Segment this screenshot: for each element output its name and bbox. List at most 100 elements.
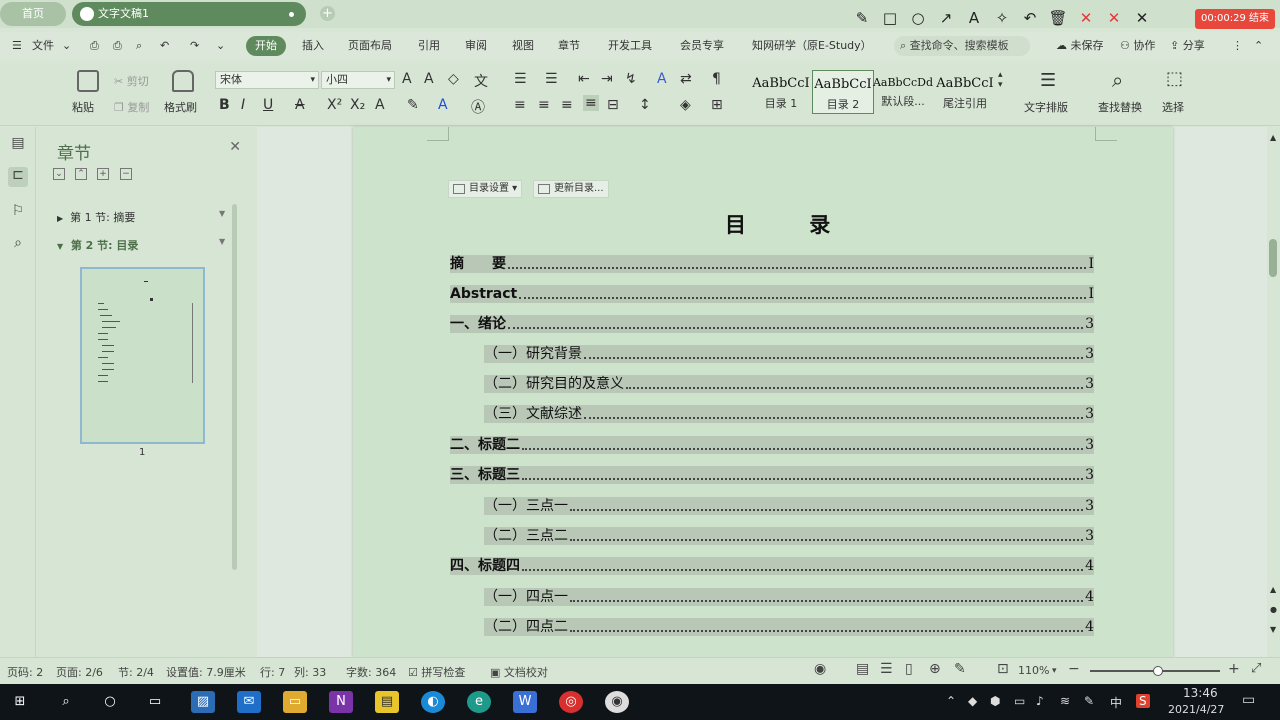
web-view-icon[interactable]: ⊕	[929, 661, 941, 677]
search-icon[interactable]: ⌕	[54, 691, 78, 713]
subscript-icon[interactable]: X₂	[350, 97, 365, 113]
redo-icon[interactable]: ↷	[190, 32, 199, 60]
remove-section-icon[interactable]: −	[120, 168, 132, 180]
add-section-icon[interactable]: +	[97, 168, 109, 180]
volume-icon[interactable]: ♪	[1036, 694, 1044, 708]
text-effect-icon[interactable]: A	[375, 97, 385, 113]
zoom-level[interactable]: 110%	[1018, 664, 1049, 677]
text-layout-icon[interactable]: ☰	[1040, 70, 1056, 91]
speaker-muted-icon[interactable]: ✕	[1072, 9, 1100, 27]
tray-app-icon[interactable]: ◆	[968, 694, 977, 708]
file-explorer-icon[interactable]: ▭	[283, 691, 307, 713]
toc-entry[interactable]: （二）研究目的及意义 3	[484, 375, 1094, 393]
find-replace-button[interactable]: 查找替换	[1098, 99, 1142, 115]
prev-page-icon[interactable]: ▲	[1270, 585, 1276, 594]
next-page-icon[interactable]: ▼	[1270, 625, 1276, 634]
numbering-icon[interactable]: ☰	[545, 71, 558, 87]
style-toc-2[interactable]: AaBbCcI 目录 2	[812, 70, 874, 114]
text-icon[interactable]: A	[960, 9, 988, 27]
close-tab-icon[interactable]	[289, 12, 294, 17]
toc-entry[interactable]: （一）研究背景 3	[484, 345, 1094, 363]
recording-end-button[interactable]: 00:00:29 结束	[1195, 9, 1275, 29]
grow-font-icon[interactable]: A	[402, 71, 412, 87]
style-endnote-ref[interactable]: AaBbCcI 尾注引用	[934, 70, 996, 114]
toc-entry[interactable]: （一）三点一 3	[484, 497, 1094, 515]
chevron-down-icon[interactable]: ⌄	[62, 32, 71, 60]
chevron-down-icon[interactable]: ▾	[1052, 666, 1057, 676]
panel-scrollbar[interactable]	[232, 204, 237, 570]
edge-icon[interactable]: e	[467, 691, 491, 713]
superscript-icon[interactable]: X²	[327, 97, 342, 113]
chevron-down-icon[interactable]: ▼	[219, 237, 225, 246]
clock-time[interactable]: 13:46	[1183, 686, 1218, 700]
mail-app-icon[interactable]: ✉	[237, 691, 261, 713]
circle-icon[interactable]: ○	[904, 9, 932, 27]
share-button[interactable]: ⇪ 分享	[1170, 32, 1205, 60]
tab-home[interactable]: 首页	[0, 2, 66, 26]
battery-icon[interactable]: ▭	[1014, 694, 1025, 708]
bookmark-icon[interactable]: ⚐	[8, 203, 28, 223]
format-painter-button[interactable]: 格式刷	[164, 99, 197, 115]
photos-app-icon[interactable]: ▨	[191, 691, 215, 713]
expand-all-icon[interactable]: ⌃	[75, 168, 87, 180]
collaborate-button[interactable]: ⚇ 协作	[1120, 32, 1155, 60]
page-thumbnail[interactable]	[80, 267, 205, 444]
tab-page-layout[interactable]: 页面布局	[348, 32, 392, 60]
tab-member[interactable]: 会员专享	[680, 32, 724, 60]
toc-entry[interactable]: 二、标题二 3	[450, 436, 1094, 454]
rectangle-icon[interactable]: □	[876, 9, 904, 27]
zoom-in-icon[interactable]: +	[1228, 661, 1240, 677]
shrink-font-icon[interactable]: A	[424, 71, 434, 87]
chinese-layout-icon[interactable]: ↯	[625, 71, 637, 87]
hamburger-icon[interactable]: ☰	[12, 32, 22, 60]
arrow-icon[interactable]: ↗	[932, 9, 960, 27]
select-button[interactable]: 选择	[1162, 99, 1184, 115]
zoom-out-icon[interactable]: −	[1068, 661, 1080, 677]
text-layout-button[interactable]: 文字排版	[1024, 99, 1068, 115]
paste-icon[interactable]	[77, 70, 99, 92]
sticky-notes-icon[interactable]: ▤	[375, 691, 399, 713]
undo-icon[interactable]: ↶	[160, 32, 169, 60]
shading-icon[interactable]: ◈	[680, 97, 691, 113]
add-tab-button[interactable]: +	[320, 6, 335, 21]
windows-start-icon[interactable]: ⊞	[8, 691, 32, 713]
toc-entry[interactable]: Abstract I	[450, 285, 1094, 303]
font-name-select[interactable]: 宋体 ▾	[215, 71, 319, 89]
tab-developer[interactable]: 开发工具	[608, 32, 652, 60]
tab-home-ribbon[interactable]: 开始	[246, 36, 286, 56]
select-browse-icon[interactable]: ●	[1270, 605, 1277, 614]
select-icon[interactable]: ⬚	[1166, 68, 1183, 89]
vertical-scrollbar[interactable]: ▲ ▲ ● ▼	[1267, 127, 1280, 657]
pen-icon[interactable]: ✎	[1084, 694, 1094, 708]
underline-icon[interactable]: U	[263, 97, 273, 113]
section-item-2[interactable]: ▼ 第 2 节: 目录 ▼	[57, 237, 225, 253]
onenote-icon[interactable]: N	[329, 691, 353, 713]
show-marks-icon[interactable]: ¶	[712, 71, 721, 87]
toc-entry[interactable]: 三、标题三 3	[450, 466, 1094, 484]
tab-section[interactable]: 章节	[558, 32, 580, 60]
tab-cnki[interactable]: 知网研学（原E-Study）	[752, 32, 872, 60]
align-right-icon[interactable]: ≡	[561, 97, 573, 113]
print-icon[interactable]: ⎙	[113, 32, 122, 60]
font-size-select[interactable]: 小四 ▾	[321, 71, 395, 89]
wps-writer-icon[interactable]: W	[513, 691, 537, 713]
tray-shield-icon[interactable]: ⬢	[990, 694, 1000, 708]
clear-format-icon[interactable]: ◇	[448, 71, 459, 87]
toc-entry[interactable]: （三）文献综述 3	[484, 405, 1094, 423]
fullscreen-icon[interactable]: ⤢	[1251, 661, 1261, 676]
recorder-app-icon[interactable]: ◉	[605, 691, 629, 713]
style-toc-1[interactable]: AaBbCcI 目录 1	[750, 70, 812, 114]
file-menu[interactable]: 文件	[32, 32, 54, 60]
status-words[interactable]: 字数: 364	[346, 664, 396, 680]
save-icon[interactable]: ⎙	[90, 32, 99, 60]
outline-view-icon[interactable]: ☰	[880, 661, 893, 677]
cortana-icon[interactable]: ○	[98, 691, 122, 713]
eye-protect-icon[interactable]: ◉	[814, 661, 826, 677]
bold-icon[interactable]: B	[219, 97, 230, 113]
mic-muted-icon[interactable]: ✕	[1100, 9, 1128, 27]
zoom-slider[interactable]	[1090, 666, 1220, 676]
tab-review[interactable]: 审阅	[465, 32, 487, 60]
toc-entry[interactable]: （二）四点二 4	[484, 618, 1094, 636]
clock-date[interactable]: 2021/4/27	[1168, 703, 1224, 716]
task-view-icon[interactable]: ▭	[143, 691, 167, 713]
